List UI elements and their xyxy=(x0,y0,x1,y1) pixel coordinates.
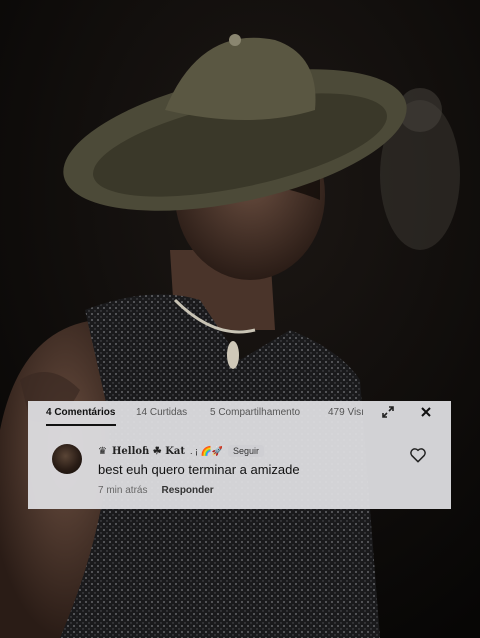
background-photo xyxy=(0,0,480,638)
follow-button[interactable]: Seguir xyxy=(227,445,264,457)
tab-likes[interactable]: 14 Curtidas xyxy=(136,407,187,418)
expand-icon[interactable] xyxy=(380,404,396,420)
user-badges: . ¡ 🌈🚀 xyxy=(190,445,223,456)
tab-comments[interactable]: 4 Comentários xyxy=(46,407,115,418)
comment-time: 7 min atrás xyxy=(98,485,148,496)
comment-header: ♛ Helloɦ ☘ Kat . ¡ 🌈🚀 Seguir xyxy=(98,445,264,457)
tab-views[interactable]: 479 Visı xyxy=(328,407,364,418)
avatar[interactable] xyxy=(52,444,82,474)
comments-tabs: 4 Comentários 14 Curtidas 5 Compartilham… xyxy=(28,401,451,426)
tab-shares[interactable]: 5 Compartilhamento xyxy=(210,407,300,418)
reply-button[interactable]: Responder xyxy=(161,485,213,496)
close-icon[interactable] xyxy=(418,404,434,420)
comment-meta: 7 min atrás Responder xyxy=(98,485,214,496)
comment-text: best euh quero terminar a amizade xyxy=(98,462,300,477)
comments-panel: 4 Comentários 14 Curtidas 5 Compartilham… xyxy=(28,401,451,509)
crown-icon: ♛ xyxy=(98,445,107,457)
comment-username[interactable]: Helloɦ ☘ Kat xyxy=(112,446,185,457)
heart-icon[interactable] xyxy=(408,445,428,465)
active-tab-indicator xyxy=(46,424,116,426)
